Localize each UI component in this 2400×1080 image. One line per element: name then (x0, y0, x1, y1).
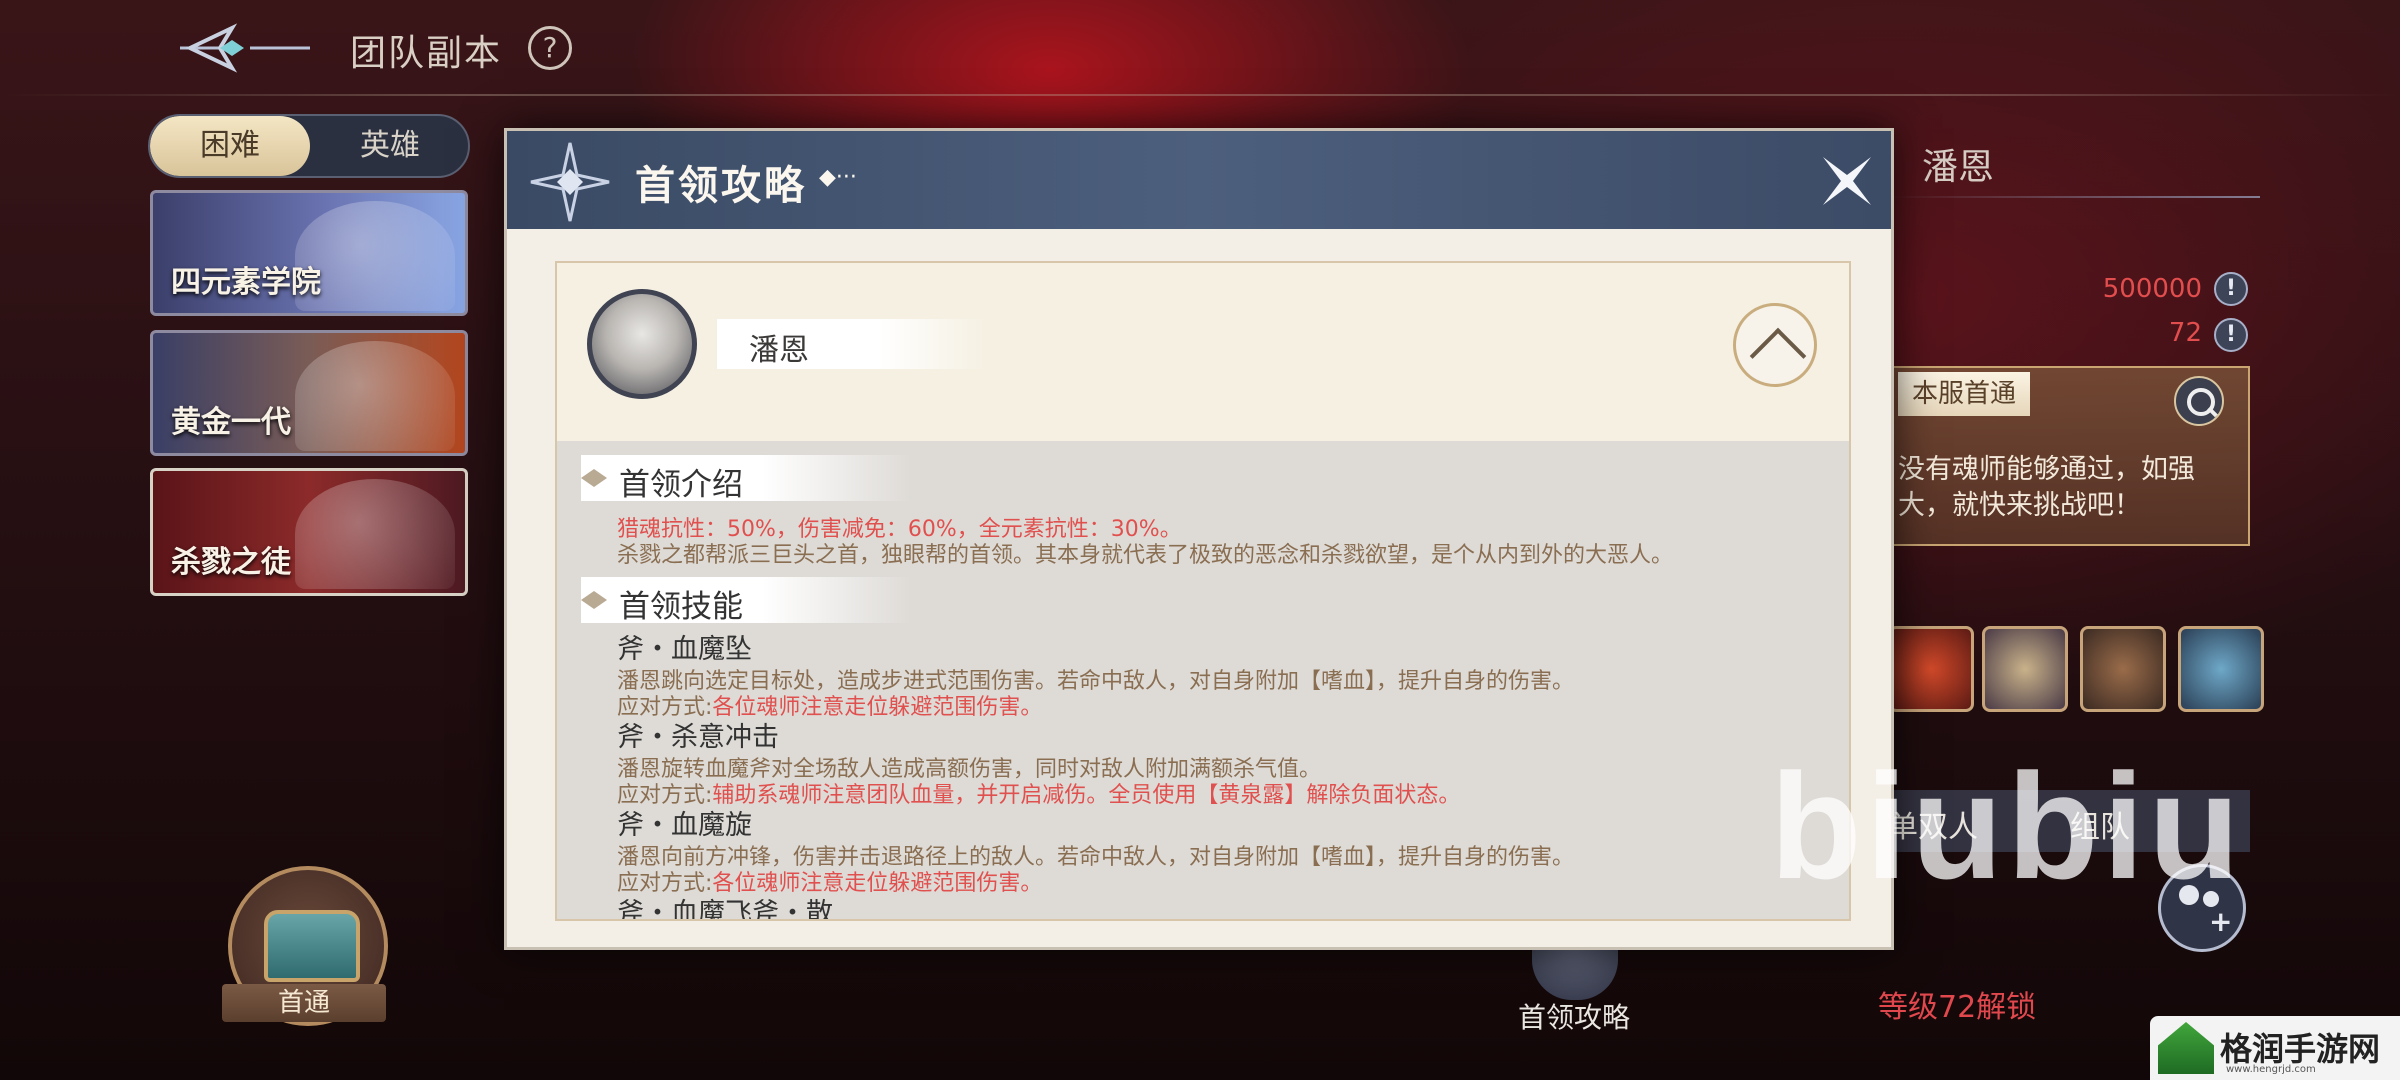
counter-text: 各位魂师注意走位躲避范围伤害。 (712, 695, 1043, 720)
counter-text: 辅助系魂师注意团队血量，并开启减伤。全员使用【黄泉露】解除负面状态。 (712, 783, 1461, 808)
intro-heading: 首领介绍 (619, 467, 743, 503)
skill-description: 潘恩向前方冲锋，伤害并击退路径上的敌人。若命中敌人，对自身附加【嗜血】，提升自身… (617, 845, 1575, 870)
section-bullet-icon (581, 591, 607, 609)
counter-text: 各位魂师注意走位躲避范围伤害。 (712, 871, 1043, 896)
intro-description: 杀戮之都帮派三巨头之首，独眼帮的首领。其本身就代表了极致的恶念和杀戮欲望，是个从… (617, 543, 1674, 568)
skill-name: 斧・杀意冲击 (617, 722, 779, 753)
skill-description: 潘恩跳向选定目标处，造成步进式范围伤害。若命中敌人，对自身附加【嗜血】，提升自身… (617, 669, 1575, 694)
skill-name: 斧・血魔坠 (617, 634, 752, 665)
compass-emblem-icon (527, 139, 613, 225)
section-bullet-icon (581, 469, 607, 487)
boss-name: 潘恩 (749, 333, 809, 368)
skill-description: 潘恩旋转血魔斧对全场敌人造成高额伤害，同时对敌人附加满额杀气值。 (617, 757, 1322, 782)
boss-guide-modal: 首领攻略 ◆··· 潘恩 首领介绍 猎魂抗性：50%，伤害减免：60%，全元素抗… (504, 128, 1894, 950)
section-heading: 首领介绍 (581, 455, 911, 503)
skill-counter: 应对方式:各位魂师注意走位躲避范围伤害。 (617, 871, 1042, 897)
skill-name: 斧・血魔旋 (617, 810, 752, 841)
boss-header-row: 潘恩 (557, 263, 1849, 441)
modal-title: 首领攻略 (635, 163, 807, 209)
skills-heading: 首领技能 (619, 589, 743, 625)
counter-label: 应对方式: (617, 695, 713, 720)
modal-header: 首领攻略 ◆··· (507, 131, 1891, 229)
section-heading: 首领技能 (581, 577, 911, 625)
intro-resistances: 猎魂抗性：50%，伤害减免：60%，全元素抗性：30%。 (617, 517, 1182, 542)
skill-counter: 应对方式:辅助系魂师注意团队血量，并开启减伤。全员使用【黄泉露】解除负面状态。 (617, 783, 1460, 809)
boss-avatar (587, 289, 697, 399)
title-ornament: ◆··· (819, 165, 857, 190)
counter-label: 应对方式: (617, 871, 713, 896)
watermark: biubiu (1770, 742, 2244, 910)
skill-name: 斧・血魔飞斧・散 (617, 898, 833, 921)
boss-detail-panel: 潘恩 首领介绍 猎魂抗性：50%，伤害减免：60%，全元素抗性：30%。 杀戮之… (555, 261, 1851, 921)
boss-guide-content[interactable]: 首领介绍 猎魂抗性：50%，伤害减免：60%，全元素抗性：30%。 杀戮之都帮派… (557, 441, 1849, 921)
site-url: www.hengrjd.com (2226, 1064, 2316, 1075)
close-icon[interactable] (1819, 153, 1875, 209)
skill-counter: 应对方式:各位魂师注意走位躲避范围伤害。 (617, 695, 1042, 721)
collapse-chevron-up-icon[interactable] (1733, 303, 1817, 387)
counter-label: 应对方式: (617, 783, 713, 808)
